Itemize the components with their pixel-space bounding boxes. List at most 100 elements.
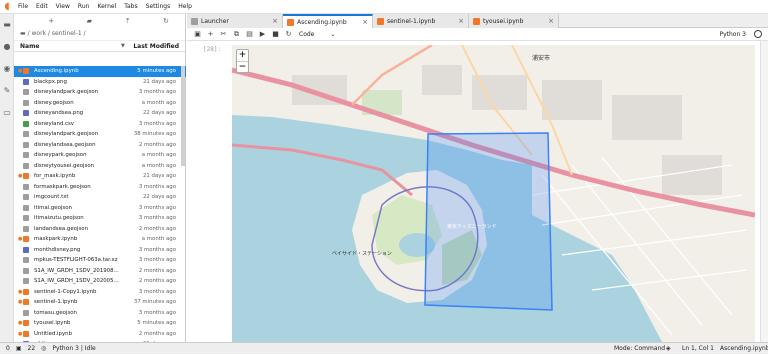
terminal-count[interactable]: 0 [6,345,10,352]
file-modified: 3 months ago [138,183,176,190]
tab-3[interactable]: tyousei.ipynb × [469,14,559,28]
file-name: tyousei.ipynb [34,320,71,327]
file-row[interactable]: tomasu.geojson 3 months ago [14,308,186,319]
sort-arrow-icon: ▼ [121,43,125,49]
close-icon[interactable]: × [362,18,368,26]
file-modified: 5 minutes ago [137,320,176,327]
file-file-icon [23,99,29,106]
file-row[interactable]: ● for_mask.ipynb 21 days ago [14,171,186,182]
tab-2[interactable]: sentinel-1.ipynb × [373,14,469,28]
new-folder-icon[interactable]: ▰ [70,17,108,25]
file-name: disney.geojson [34,99,74,106]
tab-1[interactable]: Ascending.ipynb × [283,14,373,28]
file-row[interactable]: ● Untitled.ipynb 2 months ago [14,329,186,340]
file-row[interactable]: disneypark.geojson a month ago [14,150,186,161]
sync-icon: ◈ [666,345,671,352]
header-name[interactable]: Name [20,43,121,50]
file-list-scrollbar[interactable] [181,66,185,166]
running-icon[interactable]: ● [2,42,12,52]
wrench-icon[interactable]: ✎ [2,86,12,96]
close-icon[interactable]: × [548,17,554,25]
file-row[interactable]: S1A_IW_GRDH_1SDV_201908... 2 months ago [14,266,186,277]
file-modified: a month ago [141,152,176,159]
file-row[interactable]: itimai.geojson 3 months ago [14,203,186,214]
file-modified: 3 months ago [138,120,176,127]
file-row[interactable]: disneyland.csv 3 months ago [14,119,186,130]
menu-kernel[interactable]: Kernel [93,0,120,14]
folder-icon[interactable]: ▬ [2,20,12,30]
map-output[interactable]: + − 浦安市 ベイサイド・ステーション 東京ディズニーランド [232,45,755,342]
file-row[interactable]: mpkus-TESTFLIGHT-063a.tar.xz 3 months ago [14,255,186,266]
kernel-count[interactable]: 22 [28,345,36,352]
file-row[interactable]: disneylandpark.geojson 3 months ago [14,87,186,98]
file-modified: 2 months ago [138,225,176,232]
file-browser: + ▰ ⤒ ↻ ▬ / work / sentinel-1 / Name ▼ L… [14,14,186,348]
cursor-position[interactable]: Ln 1, Col 1 [682,343,714,355]
file-row[interactable]: itimaizutu.geojson 3 months ago [14,213,186,224]
file-name: for_mask.ipynb [34,173,76,180]
kernel-name[interactable]: Python 3 [719,31,746,38]
file-row[interactable]: landandsea.geojson 2 months ago [14,224,186,235]
menu-file[interactable]: File [14,0,32,14]
file-row[interactable]: disneylandpark.geojson 38 minutes ago [14,129,186,140]
save-icon[interactable]: ▣ [191,30,204,38]
cut-icon[interactable]: ✂ [217,30,230,38]
kernel-status[interactable]: Python 3 | Idle [52,345,95,352]
add-cell-icon[interactable]: + [204,30,217,38]
tab-0[interactable]: Launcher × [187,14,283,28]
file-row[interactable]: imgcount.txt 22 days ago [14,192,186,203]
file-name: S1A_IW_GRDH_1SDV_202005... [34,278,119,285]
tabs-icon[interactable]: ▭ [2,108,12,118]
paste-icon[interactable]: ▤ [243,30,256,38]
close-icon[interactable]: × [458,17,464,25]
file-row[interactable]: disney.geojson a month ago [14,98,186,109]
file-modified: 3 months ago [138,246,176,253]
close-icon[interactable]: × [272,17,278,25]
file-row[interactable]: formaskpark.geojson 3 months ago [14,182,186,193]
header-last-modified[interactable]: Last Modified [133,43,179,50]
file-row[interactable]: ● sentinel-1-Copy1.ipynb 3 months ago [14,287,186,298]
mode-indicator: Mode: Command [614,345,666,352]
file-row[interactable]: disneylandsea.geojson 2 months ago [14,140,186,151]
new-launcher-icon[interactable]: + [32,17,70,25]
file-row[interactable]: ● tyousei.ipynb 5 minutes ago [14,318,186,329]
run-icon[interactable]: ▶ [256,30,269,38]
zoom-in-button[interactable]: + [237,50,248,61]
menu-settings[interactable]: Settings [142,0,175,14]
refresh-icon[interactable]: ↻ [147,17,185,25]
file-row[interactable]: ● sentinel-1.ipynb 37 minutes ago [14,297,186,308]
palette-icon[interactable]: ◉ [2,64,12,74]
copy-icon[interactable]: ⧉ [230,30,243,39]
file-row[interactable]: monthdisney.png 3 months ago [14,245,186,256]
file-row[interactable]: ● Ascending.ipynb 5 minutes ago [14,66,186,77]
jupyter-logo-icon: ◖ [4,1,10,12]
file-name: disneypark.geojson [34,152,87,159]
breadcrumb-path[interactable]: / work / sentinel-1 / [28,30,86,37]
menu-edit[interactable]: Edit [32,0,52,14]
file-row[interactable]: S1A_IW_GRDH_1SDV_202005... 2 months ago [14,276,186,287]
kernel-status-icon [754,30,762,38]
cell-type-select[interactable]: Code ⌄ [299,31,335,38]
menu-tabs[interactable]: Tabs [120,0,141,14]
menu-view[interactable]: View [52,0,74,14]
file-row[interactable]: ● maskpark.ipynb a month ago [14,234,186,245]
upload-icon[interactable]: ⤒ [109,17,147,26]
zoom-out-button[interactable]: − [237,61,248,72]
file-file-icon [23,225,29,232]
file-row[interactable]: blackpx.png 21 days ago [14,77,186,88]
stop-icon[interactable]: ■ [269,30,282,38]
file-modified: 2 months ago [138,141,176,148]
file-row[interactable]: disneyandsea.png 22 days ago [14,108,186,119]
menu-run[interactable]: Run [74,0,94,14]
running-dot-icon: ● [18,236,23,243]
file-row[interactable]: disneytyousei.geojson a month ago [14,161,186,172]
terminal-icon: ▣ [15,345,22,352]
breadcrumb[interactable]: ▬ / work / sentinel-1 / [14,28,185,40]
tab-label: Launcher [201,17,229,25]
notebook-icon [287,18,294,26]
map-label-bayside: ベイサイド・ステーション [332,251,392,257]
restart-icon[interactable]: ↻ [282,30,295,38]
notebook-scrollbar[interactable] [760,41,768,342]
menu-help[interactable]: Help [174,0,196,14]
file-file-icon [23,131,29,138]
